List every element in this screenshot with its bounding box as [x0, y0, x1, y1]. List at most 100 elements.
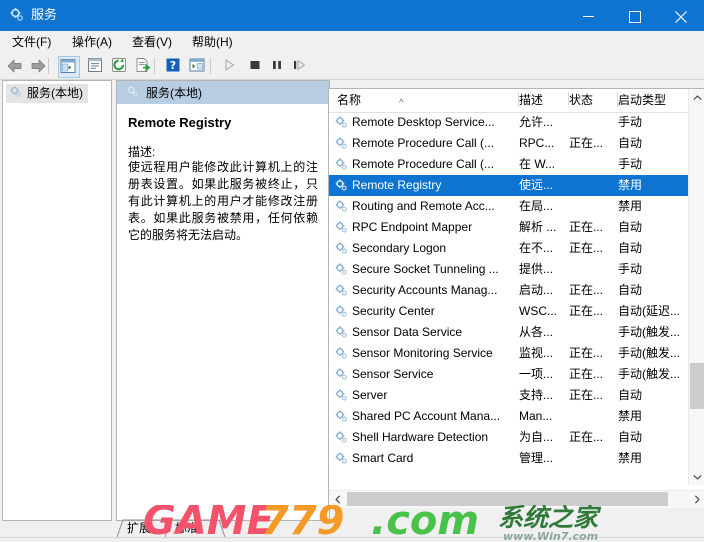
- chevron-down-icon[interactable]: [689, 468, 704, 485]
- table-row[interactable]: Smart Card 管理... 禁用: [329, 448, 689, 469]
- restart-service-icon[interactable]: [290, 56, 310, 76]
- services-rows: Remote Desktop Service... 允许... 手动 Remote P…: [329, 112, 689, 485]
- table-row[interactable]: Sensor Service 一项... 正在... 手动(触发...: [329, 364, 689, 385]
- list-horizontal-scrollbar[interactable]: [329, 490, 704, 508]
- description-label: 描述:: [128, 145, 156, 159]
- scrollbar-thumb[interactable]: [347, 492, 668, 506]
- cell-startup-type: 禁用: [618, 199, 643, 213]
- cell-status: [569, 406, 611, 427]
- cell-startup-type: 自动: [618, 241, 643, 255]
- forward-arrow-icon[interactable]: [28, 56, 48, 76]
- stop-service-icon[interactable]: [246, 56, 266, 76]
- selected-service-name: Remote Registry: [128, 115, 232, 130]
- scrollbar-thumb[interactable]: [690, 363, 704, 409]
- cell-status: 正在...: [569, 430, 604, 444]
- cell-startup-type: 自动: [618, 220, 643, 234]
- cell-description: 管理...: [519, 451, 554, 465]
- table-row[interactable]: Remote Registry 使远... 禁用: [329, 175, 689, 196]
- cell-status: 正在...: [569, 388, 604, 402]
- column-header-status[interactable]: 状态: [569, 89, 618, 111]
- maximize-button[interactable]: [612, 0, 658, 31]
- cell-service-name: Remote Desktop Service...: [352, 115, 495, 129]
- view-tabs: 扩展 标准: [116, 519, 704, 539]
- export-list-icon[interactable]: [134, 56, 154, 76]
- console-tree-pane: 服务(本地): [2, 80, 112, 521]
- table-row[interactable]: Security Center WSC... 正在... 自动(延迟...: [329, 301, 689, 322]
- toolbar-separator: [48, 58, 49, 74]
- title-bar: 服务: [0, 0, 704, 31]
- menu-help[interactable]: 帮助(H): [186, 34, 239, 51]
- table-row[interactable]: Routing and Remote Acc... 在局... 禁用: [329, 196, 689, 217]
- console-window-icon[interactable]: [188, 56, 208, 76]
- window-title: 服务: [31, 7, 58, 22]
- table-row[interactable]: RPC Endpoint Mapper 解析 ... 正在... 自动: [329, 217, 689, 238]
- cell-status: [569, 322, 611, 343]
- cell-description: 解析 ...: [519, 220, 557, 234]
- cell-startup-type: 自动: [618, 136, 643, 150]
- show-hide-tree-icon[interactable]: [58, 56, 80, 78]
- chevron-right-icon[interactable]: [688, 491, 704, 507]
- menu-bar: 文件(F) 操作(A) 查看(V) 帮助(H): [0, 31, 704, 53]
- close-icon: [675, 11, 687, 23]
- table-row[interactable]: Shared PC Account Mana... Man... 禁用: [329, 406, 689, 427]
- service-gear-icon: [334, 178, 349, 193]
- cell-startup-type: 自动: [618, 430, 643, 444]
- cell-service-name: Routing and Remote Acc...: [352, 199, 495, 213]
- list-vertical-scrollbar[interactable]: [688, 89, 704, 485]
- toolbar: ?: [0, 53, 704, 80]
- table-row[interactable]: Remote Procedure Call (... 在 W... 手动: [329, 154, 689, 175]
- tab-extended[interactable]: 扩展: [116, 519, 177, 538]
- cell-description: Man...: [519, 409, 553, 423]
- cell-status: 正在...: [569, 367, 604, 381]
- cell-startup-type: 禁用: [618, 178, 643, 192]
- cell-description: 启动...: [519, 283, 554, 297]
- menu-view[interactable]: 查看(V): [126, 34, 178, 51]
- table-row[interactable]: Secondary Logon 在不... 正在... 自动: [329, 238, 689, 259]
- cell-service-name: Server: [352, 388, 388, 402]
- detail-pane-title: 服务(本地): [146, 86, 202, 100]
- cell-service-name: Sensor Service: [352, 367, 434, 381]
- minimize-button[interactable]: [566, 0, 612, 31]
- status-bar: [0, 537, 704, 542]
- cell-status: [569, 154, 611, 175]
- toolbar-separator: [210, 58, 211, 74]
- tree-item-services-local[interactable]: 服务(本地): [6, 84, 88, 103]
- pause-service-icon[interactable]: [268, 56, 288, 76]
- menu-action[interactable]: 操作(A): [66, 34, 118, 51]
- table-row[interactable]: Secure Socket Tunneling ... 提供... 手动: [329, 259, 689, 280]
- table-row[interactable]: Shell Hardware Detection 为自... 正在... 自动: [329, 427, 689, 448]
- chevron-up-icon[interactable]: [689, 89, 704, 106]
- service-gear-icon: [334, 304, 349, 319]
- toolbar-separator: [154, 58, 155, 74]
- cell-service-name: Shared PC Account Mana...: [352, 409, 501, 423]
- column-header-name[interactable]: 名称 ^: [337, 89, 519, 111]
- table-row[interactable]: Sensor Monitoring Service 监视... 正在... 手动(触发…: [329, 343, 689, 364]
- refresh-icon[interactable]: [110, 56, 130, 76]
- table-row[interactable]: Security Accounts Manag... 启动... 正在... 自动: [329, 280, 689, 301]
- column-header-description[interactable]: 描述: [519, 89, 569, 111]
- service-gear-icon: [334, 262, 349, 277]
- service-gear-icon: [334, 136, 349, 151]
- help-icon[interactable]: ?: [164, 56, 184, 76]
- back-arrow-icon[interactable]: [5, 56, 25, 76]
- cell-description: 从各...: [519, 325, 554, 339]
- maximize-icon: [629, 11, 641, 23]
- table-row[interactable]: Server 支持... 正在... 自动: [329, 385, 689, 406]
- service-gear-icon: [334, 367, 349, 382]
- close-button[interactable]: [658, 0, 704, 31]
- chevron-left-icon[interactable]: [329, 491, 346, 507]
- service-gear-icon: [334, 283, 349, 298]
- column-header-startup-type[interactable]: 启动类型: [618, 89, 689, 111]
- properties-icon[interactable]: [86, 56, 106, 76]
- cell-description: WSC...: [519, 304, 557, 318]
- table-row[interactable]: Remote Desktop Service... 允许... 手动: [329, 112, 689, 133]
- cell-status: 正在...: [569, 136, 604, 150]
- menu-file[interactable]: 文件(F): [6, 34, 57, 51]
- services-gear-icon: [126, 85, 139, 101]
- table-row[interactable]: Remote Procedure Call (... RPC... 正在... 自动: [329, 133, 689, 154]
- table-row[interactable]: Sensor Data Service 从各... 手动(触发...: [329, 322, 689, 343]
- tab-standard[interactable]: 标准: [164, 519, 226, 538]
- cell-service-name: Remote Procedure Call (...: [352, 136, 495, 150]
- start-service-icon[interactable]: [220, 56, 240, 76]
- service-gear-icon: [334, 241, 349, 256]
